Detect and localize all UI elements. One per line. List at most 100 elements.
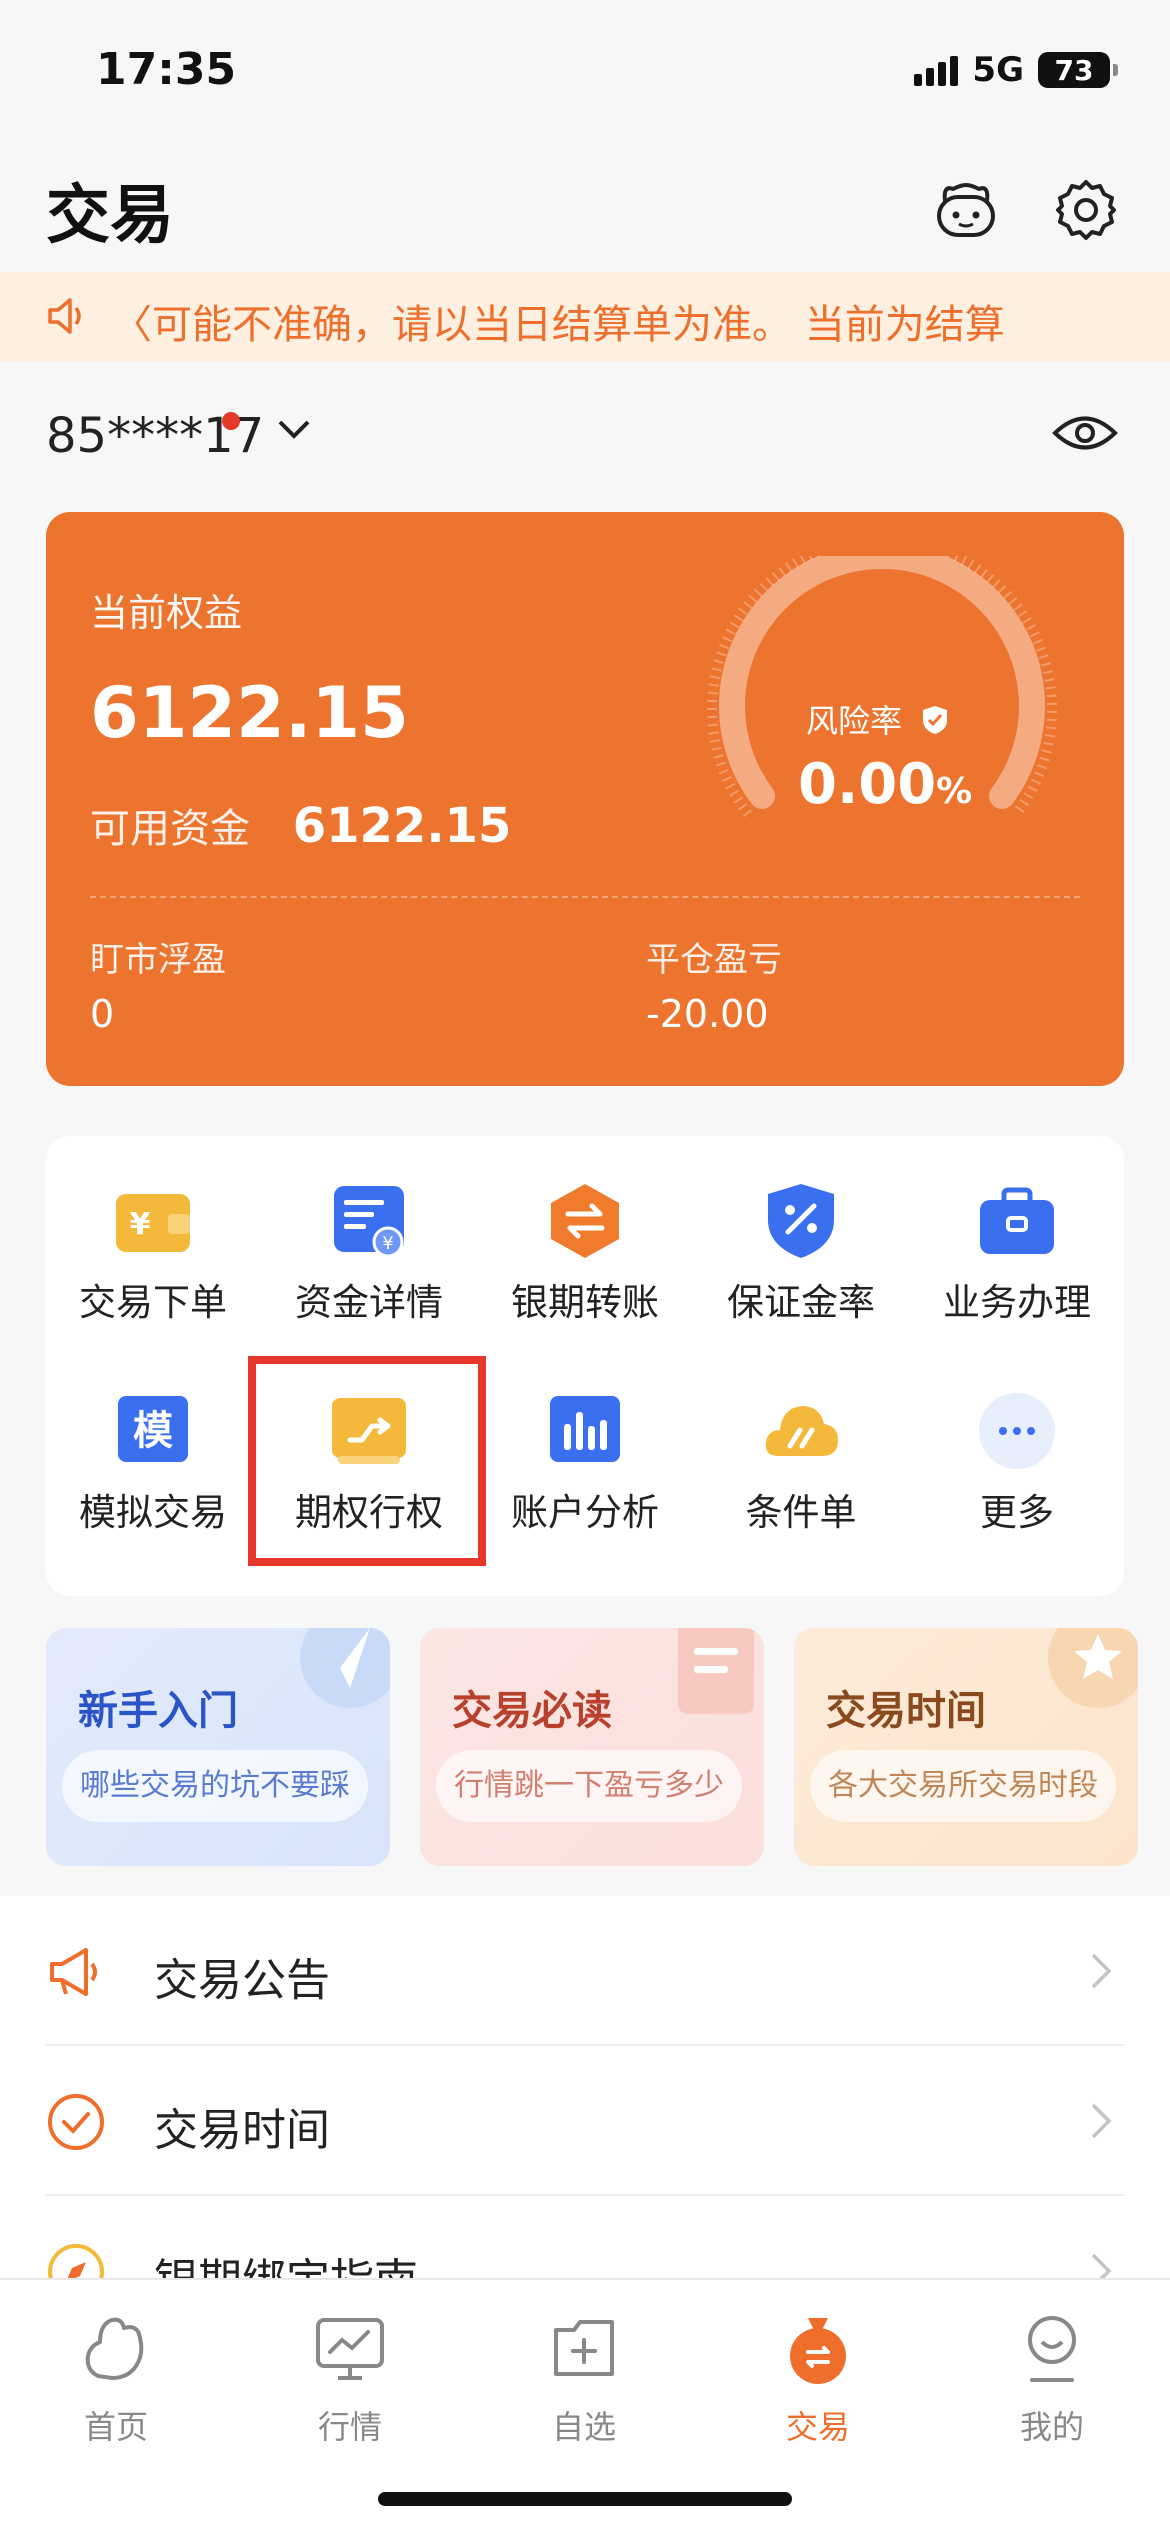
grid-item-label: 账户分析 bbox=[511, 1491, 659, 1534]
watchlist-icon bbox=[554, 2320, 614, 2376]
grid-item-label: 业务办理 bbox=[943, 1281, 1091, 1324]
highlight-box bbox=[248, 1356, 486, 1566]
closing-pnl-value: -20.00 bbox=[646, 992, 769, 1036]
page-title: 交易 bbox=[46, 179, 174, 253]
chevron-right-icon bbox=[1091, 2253, 1112, 2278]
closing-pnl-label: 平仓盈亏 bbox=[646, 940, 782, 980]
svg-text:¥: ¥ bbox=[382, 1233, 393, 1254]
home-icon bbox=[85, 2317, 144, 2380]
menu-item-label: 银期绑定指南 bbox=[154, 2244, 418, 2278]
tab-market[interactable]: 行情 bbox=[260, 2300, 440, 2450]
wallet-icon: ¥ bbox=[116, 1194, 190, 1252]
risk-rate-label: 风险率 bbox=[806, 702, 903, 740]
compass-icon bbox=[48, 2244, 104, 2278]
promo-card-must-read[interactable]: 交易必读 行情跳一下盈亏多少 bbox=[420, 1628, 764, 1866]
promo-title: 交易必读 bbox=[452, 1688, 612, 1734]
fund-detail-icon: ¥ bbox=[334, 1186, 404, 1258]
chevron-right-icon bbox=[1091, 1953, 1112, 1989]
grid-item-bank-transfer[interactable]: 银期转账 bbox=[480, 1136, 690, 1326]
menu-list: 交易公告 交易时间 银期绑定指南 bbox=[0, 1896, 1170, 2278]
risk-rate-unit: % bbox=[936, 771, 973, 812]
equity-card[interactable]: 当前权益 6122.15 可用资金 6122.15 风险率 0.00% 盯市浮盈… bbox=[46, 512, 1124, 1086]
promo-title: 交易时间 bbox=[826, 1688, 986, 1734]
available-funds-label: 可用资金 bbox=[90, 806, 250, 852]
grid-item-label: 条件单 bbox=[745, 1491, 857, 1534]
grid-item-label: 更多 bbox=[980, 1491, 1054, 1534]
tab-home[interactable]: 首页 bbox=[26, 2300, 206, 2450]
status-bar: 17:35 5G 73 bbox=[0, 0, 1170, 150]
menu-item-label: 交易公告 bbox=[154, 1955, 330, 2006]
notice-text: 〈可能不准确，请以当日结算单为准。 当前为结算 bbox=[112, 302, 1005, 348]
briefcase-icon bbox=[980, 1187, 1054, 1254]
transfer-icon bbox=[551, 1184, 619, 1258]
function-grid: ¥ 交易下单 ¥ 资金详情 银期转账 保证金率 业务办理 模 模拟交易 期权行权… bbox=[46, 1136, 1124, 1596]
grid-item-label: 交易下单 bbox=[79, 1281, 227, 1324]
grid-item-account-analysis[interactable]: 账户分析 bbox=[480, 1346, 690, 1536]
settings-gear-icon[interactable] bbox=[1048, 172, 1124, 248]
menu-item-trading-time[interactable]: 交易时间 bbox=[46, 2046, 1124, 2196]
compass-decor-icon bbox=[300, 1628, 390, 1708]
grid-item-simulate[interactable]: 模 模拟交易 bbox=[48, 1346, 258, 1536]
grid-item-label: 银期转账 bbox=[511, 1281, 659, 1324]
notice-bar[interactable]: 〈可能不准确，请以当日结算单为准。 当前为结算 bbox=[0, 272, 1170, 362]
svg-text:¥: ¥ bbox=[130, 1207, 151, 1242]
battery-icon: 73 bbox=[1038, 52, 1118, 88]
tab-label: 行情 bbox=[317, 2408, 382, 2446]
promo-subtitle: 行情跳一下盈亏多少 bbox=[436, 1750, 742, 1822]
megaphone-icon bbox=[50, 1948, 97, 1996]
grid-item-condition-order[interactable]: 条件单 bbox=[696, 1346, 906, 1536]
eye-visibility-icon[interactable] bbox=[1052, 412, 1118, 458]
promo-subtitle: 各大交易所交易时段 bbox=[810, 1750, 1116, 1822]
shield-check-icon bbox=[923, 706, 948, 734]
profile-icon bbox=[1028, 2316, 1076, 2382]
tab-label: 首页 bbox=[83, 2408, 148, 2446]
document-decor-icon bbox=[678, 1628, 754, 1714]
tab-profile[interactable]: 我的 bbox=[962, 2300, 1142, 2450]
tab-label: 我的 bbox=[1019, 2408, 1084, 2446]
floating-pnl-label: 盯市浮盈 bbox=[90, 940, 226, 980]
page-header: 交易 bbox=[0, 150, 1170, 272]
signal-icon bbox=[914, 54, 959, 86]
grid-item-business[interactable]: 业务办理 bbox=[912, 1136, 1122, 1326]
equity-label: 当前权益 bbox=[90, 591, 243, 635]
grid-item-label: 资金详情 bbox=[295, 1281, 443, 1324]
grid-item-margin-rate[interactable]: 保证金率 bbox=[696, 1136, 906, 1326]
margin-shield-icon bbox=[768, 1184, 834, 1258]
card-divider bbox=[90, 896, 1080, 898]
check-circle-icon bbox=[48, 2094, 104, 2150]
promo-card-newbie[interactable]: 新手入门 哪些交易的坑不要踩 bbox=[46, 1628, 390, 1866]
svg-text:模: 模 bbox=[133, 1408, 173, 1454]
equity-value: 6122.15 bbox=[90, 672, 409, 754]
chevron-down-icon[interactable] bbox=[276, 418, 312, 446]
chevron-right-icon bbox=[1091, 2103, 1112, 2139]
grid-item-fund-detail[interactable]: ¥ 资金详情 bbox=[264, 1136, 474, 1326]
tab-label: 交易 bbox=[785, 2408, 850, 2446]
grid-item-more[interactable]: 更多 bbox=[912, 1346, 1122, 1536]
grid-item-trade-order[interactable]: ¥ 交易下单 bbox=[48, 1136, 258, 1326]
condition-order-icon bbox=[765, 1406, 838, 1456]
risk-rate-value: 0.00 bbox=[798, 752, 937, 817]
available-funds-value: 6122.15 bbox=[292, 798, 512, 854]
status-time: 17:35 bbox=[96, 44, 237, 95]
menu-item-announcement[interactable]: 交易公告 bbox=[46, 1896, 1124, 2046]
more-icon bbox=[979, 1393, 1055, 1469]
robot-assistant-icon[interactable] bbox=[928, 172, 1004, 248]
market-icon bbox=[316, 2318, 384, 2380]
account-row: 85****17 bbox=[0, 362, 1170, 502]
simulate-icon: 模 bbox=[118, 1396, 188, 1462]
home-indicator bbox=[378, 2492, 792, 2506]
grid-item-label: 模拟交易 bbox=[79, 1491, 227, 1534]
trade-bag-icon bbox=[790, 2318, 846, 2384]
bar-chart-icon bbox=[550, 1396, 620, 1462]
promo-title: 新手入门 bbox=[78, 1688, 238, 1734]
promo-subtitle: 哪些交易的坑不要踩 bbox=[62, 1750, 368, 1822]
network-type: 5G bbox=[972, 50, 1024, 90]
tab-trade[interactable]: 交易 bbox=[728, 2300, 908, 2450]
tab-watchlist[interactable]: 自选 bbox=[494, 2300, 674, 2450]
promo-card-trading-hours[interactable]: 交易时间 各大交易所交易时段 bbox=[794, 1628, 1138, 1866]
star-decor-icon bbox=[1048, 1628, 1138, 1708]
floating-pnl-value: 0 bbox=[90, 992, 115, 1036]
menu-item-bank-binding-guide[interactable]: 银期绑定指南 bbox=[46, 2196, 1124, 2278]
grid-item-label: 保证金率 bbox=[727, 1281, 875, 1324]
menu-item-label: 交易时间 bbox=[154, 2105, 330, 2156]
